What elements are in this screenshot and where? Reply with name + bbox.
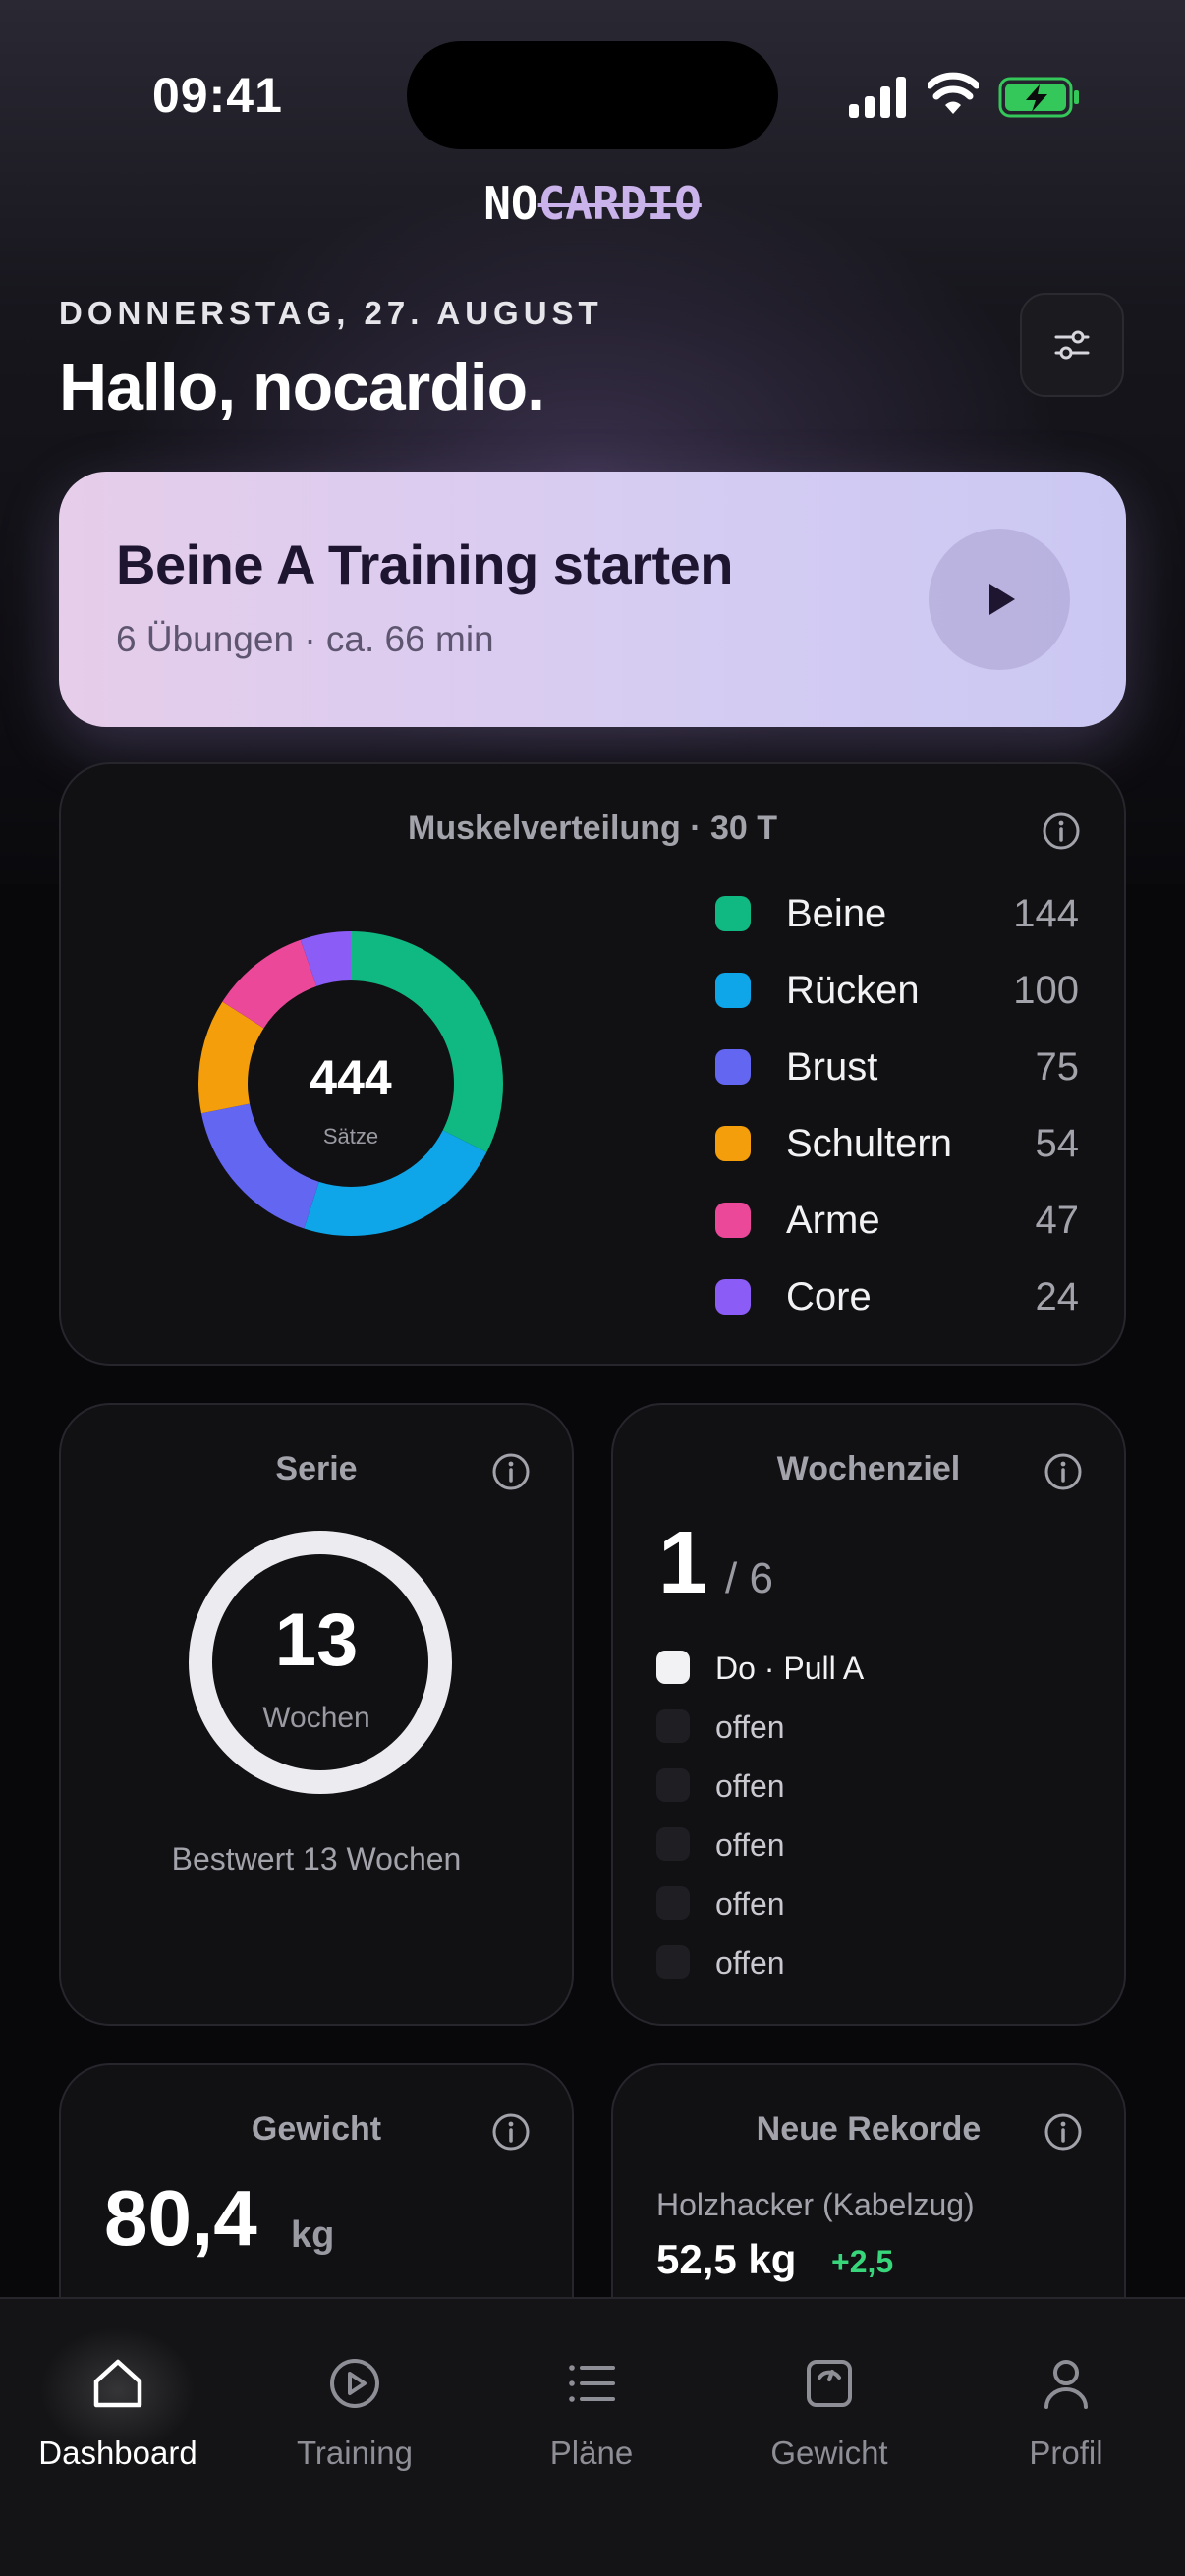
checkbox <box>656 1945 690 1979</box>
weekly-goal-item-label: offen <box>715 1768 785 1804</box>
streak-value: 13 <box>274 1598 359 1682</box>
weekly-goal-done: 1 <box>658 1514 708 1612</box>
legend-swatch <box>715 1049 751 1085</box>
tab-label: Gewicht <box>770 2435 888 2471</box>
tab-weight[interactable]: Gewicht <box>711 2326 947 2471</box>
greeting: Hallo, nocardio. <box>59 350 545 424</box>
status-time: 09:41 <box>152 68 283 123</box>
weekly-goal-card: Wochenziel 1 / 6 Do · Pull A offen offen… <box>611 1403 1126 2026</box>
tab-bar: Dashboard Training Pläne Gewicht Profil <box>0 2297 1185 2576</box>
logo-struck: CARDIO <box>537 177 702 230</box>
person-icon <box>1044 2360 1088 2409</box>
tab-plans[interactable]: Pläne <box>474 2326 709 2471</box>
play-icon <box>989 584 1015 615</box>
list-icon <box>569 2365 615 2402</box>
legend-name: Core <box>786 1275 872 1318</box>
legend-item: Rücken 100 <box>715 961 1079 1020</box>
legend-swatch <box>715 1126 751 1161</box>
checkbox <box>656 1827 690 1861</box>
legend-swatch <box>715 973 751 1008</box>
legend-item: Schultern 54 <box>715 1114 1079 1173</box>
record-delta: +2,5 <box>831 2244 894 2279</box>
app-logo: NOCARDIO <box>0 177 1185 230</box>
scale-icon <box>807 2360 852 2407</box>
weekly-goal-item: Do · Pull A <box>656 1645 1089 1694</box>
legend-item: Brust 75 <box>715 1037 1079 1096</box>
weekly-goal-item: offen <box>656 1880 1089 1930</box>
weekly-goal-total: / 6 <box>725 1554 773 1602</box>
wifi-icon <box>928 72 979 114</box>
legend-swatch <box>715 1279 751 1315</box>
checkbox <box>656 1709 690 1743</box>
weight-value: 80,4 <box>104 2174 257 2262</box>
start-training-card[interactable]: Beine A Training starten 6 Übungen · ca.… <box>59 472 1126 727</box>
info-icon[interactable] <box>1044 2112 1083 2152</box>
weekly-goal-item-label: offen <box>715 1886 785 1922</box>
legend-name: Schultern <box>786 1122 952 1165</box>
battery-charging-icon <box>998 77 1079 118</box>
info-icon[interactable] <box>1042 812 1081 851</box>
streak-card: Serie 13 Wochen Bestwert 13 Wochen <box>59 1403 574 2026</box>
legend-value: 24 <box>1035 1275 1080 1318</box>
start-training-button[interactable] <box>929 529 1070 670</box>
legend-swatch <box>715 896 751 931</box>
tab-dashboard[interactable]: Dashboard <box>0 2326 236 2471</box>
logo-prefix: NO <box>483 177 538 230</box>
record-exercise: Holzhacker (Kabelzug) <box>656 2187 975 2222</box>
cellular-signal-icon <box>849 77 906 118</box>
legend-name: Rücken <box>786 969 920 1012</box>
weekly-goal-item: offen <box>656 1763 1089 1812</box>
info-icon[interactable] <box>491 1452 531 1491</box>
play-circle-icon <box>330 2359 379 2408</box>
sliders-icon <box>1054 330 1090 360</box>
legend-swatch <box>715 1203 751 1238</box>
tab-training[interactable]: Training <box>237 2326 473 2471</box>
muscle-card-title: Muskelverteilung · 30 T <box>408 810 777 847</box>
weekly-goal-item: offen <box>656 1939 1089 1988</box>
muscle-distribution-card: Muskelverteilung · 30 T 444 Sätze Beine … <box>59 762 1126 1366</box>
legend-name: Beine <box>786 892 887 935</box>
legend-item: Core 24 <box>715 1267 1079 1326</box>
weekly-goal-item: offen <box>656 1821 1089 1871</box>
info-icon[interactable] <box>491 2112 531 2152</box>
weekly-goal-item-label: offen <box>715 1945 785 1981</box>
donut-total-label: Sätze <box>322 1124 379 1148</box>
legend-value: 75 <box>1035 1045 1080 1089</box>
weight-unit: kg <box>291 2214 335 2256</box>
weekly-goal-item-label: Do · Pull A <box>715 1651 865 1686</box>
checkbox <box>656 1768 690 1802</box>
legend-item: Arme 47 <box>715 1191 1079 1250</box>
start-training-subtitle: 6 Übungen · ca. 66 min <box>116 619 494 659</box>
legend-item: Beine 144 <box>715 884 1079 943</box>
legend-value: 47 <box>1035 1199 1080 1242</box>
legend-name: Arme <box>786 1199 880 1242</box>
record-value: 52,5 kg <box>656 2236 797 2282</box>
legend-name: Brust <box>786 1045 878 1089</box>
info-icon[interactable] <box>1044 1452 1083 1491</box>
checkbox <box>656 1651 690 1684</box>
current-date: DONNERSTAG, 27. AUGUST <box>59 295 603 331</box>
tab-label: Dashboard <box>38 2435 198 2471</box>
streak-best: Bestwert 13 Wochen <box>171 1841 462 1876</box>
tab-label: Profil <box>1029 2435 1103 2471</box>
legend-value: 100 <box>1013 969 1079 1012</box>
dynamic-island <box>407 41 778 149</box>
start-training-title: Beine A Training starten <box>116 533 733 595</box>
weekly-goal-item-label: offen <box>715 1827 785 1863</box>
tab-label: Pläne <box>549 2435 634 2471</box>
tab-label: Training <box>297 2435 413 2471</box>
settings-button[interactable] <box>1020 293 1124 397</box>
donut-total: 444 <box>310 1050 392 1105</box>
weekly-goal-item: offen <box>656 1704 1089 1753</box>
legend-value: 54 <box>1035 1122 1080 1165</box>
tab-profile[interactable]: Profil <box>948 2326 1184 2471</box>
home-icon <box>93 2359 142 2408</box>
legend-value: 144 <box>1013 892 1079 935</box>
weekly-goal-item-label: offen <box>715 1709 785 1745</box>
checkbox <box>656 1886 690 1920</box>
streak-unit: Wochen <box>262 1702 370 1734</box>
